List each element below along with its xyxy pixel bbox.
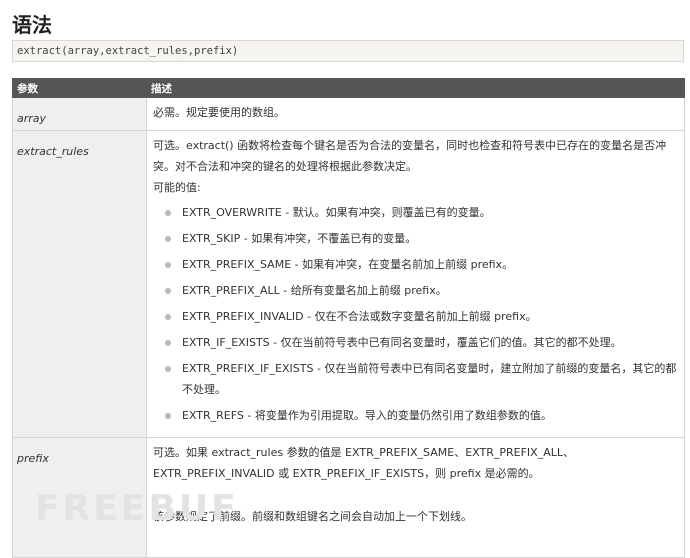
list-item: EXTR_SKIP - 如果有冲突，不覆盖已有的变量。 [153,228,678,249]
table-header-row: 参数 描述 [12,78,685,98]
param-name-extract-rules: extract_rules [12,130,147,438]
section-title: 语法 [12,13,52,37]
list-item: EXTR_PREFIX_INVALID - 仅在不合法或数字变量名前加上前缀 p… [153,306,678,327]
table-row-array: array 必需。规定要使用的数组。 [12,97,685,131]
list-item: EXTR_REFS - 将变量作为引用提取。导入的变量仍然引用了数组参数的值。 [153,405,678,426]
list-item: EXTR_PREFIX_SAME - 如果有冲突，在变量名前加上前缀 prefi… [153,254,678,275]
list-item: EXTR_PREFIX_ALL - 给所有变量名加上前缀 prefix。 [153,280,678,301]
possible-values-label: 可能的值: [153,181,201,194]
param-name-array: array [12,97,147,131]
prefix-desc-1: 可选。如果 extract_rules 参数的值是 EXTR_PREFIX_SA… [153,446,574,480]
parameters-table: 参数 描述 array 必需。规定要使用的数组。 extract_rules 可… [12,78,685,558]
possible-values-list: EXTR_OVERWRITE - 默认。如果有冲突，则覆盖已有的变量。 EXTR… [153,202,678,426]
table-row-extract-rules: extract_rules 可选。extract() 函数将检查每个键名是否为合… [12,130,685,438]
list-item: EXTR_OVERWRITE - 默认。如果有冲突，则覆盖已有的变量。 [153,202,678,223]
watermark-logo: FREEBUF [35,488,239,529]
list-item: EXTR_IF_EXISTS - 仅在当前符号表中已有同名变量时，覆盖它们的值。… [153,332,678,353]
param-desc-array: 必需。规定要使用的数组。 [146,97,685,131]
header-desc: 描述 [146,78,685,98]
extract-rules-desc: 可选。extract() 函数将检查每个键名是否为合法的变量名，同时也检查和符号… [153,139,667,173]
list-item: EXTR_PREFIX_IF_EXISTS - 仅在当前符号表中已有同名变量时，… [153,358,678,400]
syntax-code: extract(array,extract_rules,prefix) [12,40,684,62]
param-desc-extract-rules: 可选。extract() 函数将检查每个键名是否为合法的变量名，同时也检查和符号… [146,130,685,438]
param-desc-array-text: 必需。规定要使用的数组。 [153,106,285,119]
header-param: 参数 [12,78,147,98]
